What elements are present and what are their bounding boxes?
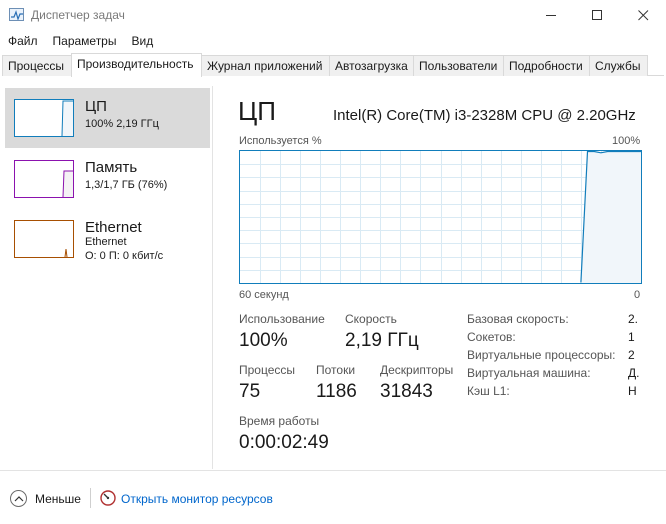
menu-options[interactable]: Параметры [45,30,124,52]
resource-title-cpu: ЦП [85,98,107,115]
threads-label: Потоки [316,363,356,377]
resource-sub-cpu: 100% 2,19 ГГц [85,118,159,130]
resource-list: ЦП 100% 2,19 ГГц Память 1,3/1,7 ГБ (76%)… [2,86,212,469]
tab-details[interactable]: Подробности [503,55,590,76]
maximize-button[interactable] [574,0,620,30]
tab-services[interactable]: Службы [589,55,648,76]
spec-label-base-speed: Базовая скорость: [467,312,569,326]
graph-time-label: 60 секунд [239,289,289,301]
fewer-details-button[interactable]: Меньше [35,492,81,506]
open-resource-monitor-link[interactable]: Открыть монитор ресурсов [121,492,273,506]
close-button[interactable] [620,0,666,30]
spec-label-l1-cache: Кэш L1: [467,384,510,398]
title-bar: Диспетчер задач [0,0,666,30]
spec-value-virtual-machine: Д. [628,366,640,380]
graph-max-label: 100% [612,135,641,147]
spec-value-l1-cache: Н [628,384,637,398]
resource-title-ethernet: Ethernet [85,219,142,236]
processes-value: 75 [239,381,261,402]
window-title: Диспетчер задач [31,8,125,22]
menu-bar: Файл Параметры Вид [0,30,666,52]
spec-label-virtual-machine: Виртуальная машина: [467,366,591,380]
page-title: ЦП [238,96,276,126]
spec-label-virtual-processors: Виртуальные процессоры: [467,348,616,362]
spec-value-virtual-processors: 2 [628,348,635,362]
uptime-label: Время работы [239,414,320,428]
spec-value-base-speed: 2. [628,312,639,326]
tab-users[interactable]: Пользователи [413,55,504,76]
tab-performance[interactable]: Производительность [71,53,202,77]
panel-divider [212,86,213,469]
ethernet-mini-graph [14,220,74,258]
tab-app-history[interactable]: Журнал приложений [201,55,330,76]
memory-mini-graph [14,160,74,198]
spec-value-sockets: 1 [628,330,635,344]
usage-label: Использование [239,312,325,326]
minimize-icon [545,14,556,16]
tab-startup[interactable]: Автозагрузка [329,55,414,76]
speed-label: Скорость [345,312,397,326]
menu-view[interactable]: Вид [123,30,160,52]
cpu-usage-graph [239,150,642,284]
resource-sub-memory: 1,3/1,7 ГБ (76%) [85,179,168,191]
resource-throughput-ethernet: О: 0 П: 0 кбит/с [85,250,164,262]
menu-file[interactable]: Файл [0,30,45,52]
cpu-model: Intel(R) Core(TM) i3-2328M CPU @ 2.20GHz [333,107,636,124]
processes-label: Процессы [239,363,296,377]
minimize-button[interactable] [528,0,574,30]
close-icon [637,9,648,20]
cpu-mini-graph [14,99,74,137]
footer-separator [90,488,91,508]
resource-title-memory: Память [85,159,138,176]
tab-strip: Процессы Производительность Журнал прило… [2,53,664,77]
usage-value: 100% [239,330,288,351]
graph-usage-label: Используется % [239,135,322,147]
resource-item-memory[interactable]: Память 1,3/1,7 ГБ (76%) [5,149,210,209]
graph-zero-label: 0 [634,289,641,301]
speed-value: 2,19 ГГц [345,330,419,351]
handles-label: Дескрипторы [380,363,454,377]
chevron-up-icon[interactable] [10,490,27,507]
resource-item-ethernet[interactable]: Ethernet Ethernet О: 0 П: 0 кбит/с [5,209,210,269]
cpu-usage-area [580,151,641,283]
tab-processes[interactable]: Процессы [2,55,72,76]
uptime-value: 0:00:02:49 [239,432,329,453]
resource-sub-ethernet: Ethernet [85,236,127,248]
resource-monitor-icon [100,490,116,506]
footer-bar: Меньше Открыть монитор ресурсов [0,470,666,524]
task-manager-icon [9,8,24,21]
resource-item-cpu[interactable]: ЦП 100% 2,19 ГГц [5,88,210,148]
spec-label-sockets: Сокетов: [467,330,516,344]
threads-value: 1186 [316,381,357,402]
maximize-icon [591,9,602,20]
handles-value: 31843 [380,381,433,402]
